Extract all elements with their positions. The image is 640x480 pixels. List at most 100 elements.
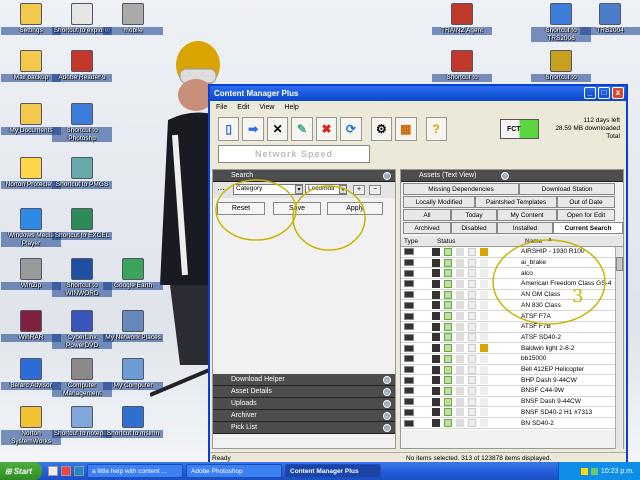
expand-icon[interactable]: ⌄ (383, 376, 391, 384)
tab-paintshed-templates[interactable]: Paintshed Templates (475, 196, 557, 208)
table-row[interactable]: American Freedom Class GS-4 (401, 279, 623, 290)
tab-current-search[interactable]: Current Search (553, 222, 623, 234)
status-icon (456, 279, 464, 288)
picture-icon[interactable]: ▦ (395, 117, 417, 141)
help-icon[interactable]: ? (425, 117, 447, 141)
tray-icon[interactable] (580, 467, 588, 475)
tab-missing-dependencies[interactable]: Missing Dependencies (403, 183, 519, 195)
menu-help[interactable]: Help (284, 104, 298, 111)
expand-icon[interactable]: ⌄ (383, 388, 391, 396)
reset-button[interactable]: Reset (217, 202, 265, 215)
desktop-icon[interactable]: Shortcut to EXCEL (52, 208, 112, 240)
desktop-icon-label: Shortcut to Photoshp (52, 127, 112, 142)
task-content-manager[interactable]: Content Manager Plus (285, 464, 381, 478)
settings-icon[interactable]: ⚙ (370, 117, 393, 141)
apply-button[interactable]: Apply (327, 202, 383, 215)
edit-icon[interactable]: ✎ (291, 117, 313, 141)
close-button[interactable]: x (612, 87, 624, 99)
table-row[interactable]: BHP Dash 9-44CW (401, 375, 623, 387)
panel-download-helper[interactable]: Download Helper ⌄ (213, 374, 395, 386)
tab-download-station[interactable]: Download Station (519, 183, 615, 195)
expand-icon[interactable]: ⌄ (383, 412, 391, 420)
chevron-down-icon[interactable]: ▾ (295, 185, 303, 194)
tab-all[interactable]: All (403, 209, 451, 221)
table-row[interactable]: AN 830 Class (401, 301, 623, 312)
desktop-icon[interactable]: mobile (103, 3, 163, 35)
task-photoshop[interactable]: Adobe Photoshop (186, 464, 282, 478)
refresh-icon[interactable]: ⟳ (340, 117, 362, 141)
table-row[interactable]: BN SD40-2 (401, 418, 623, 429)
status-icon (432, 279, 440, 288)
vertical-scrollbar[interactable] (615, 247, 623, 449)
desktop-icon[interactable]: My Network Places (103, 310, 163, 342)
search-panel-header[interactable]: Search ⌃ (213, 170, 395, 182)
panel-pick-list[interactable]: Pick List ⌄ (213, 422, 395, 434)
table-row[interactable]: ATSF F7B (401, 322, 623, 333)
quick-launch-icon[interactable] (48, 466, 58, 476)
table-row[interactable]: Bell 412EP Helicopter (401, 365, 623, 376)
desktop-icon[interactable]: Shortcut to (531, 50, 591, 82)
desktop-icon[interactable]: TRAINZ Agent (432, 3, 492, 35)
save-button[interactable]: Save (273, 202, 321, 215)
maximize-button[interactable]: □ (598, 87, 610, 99)
import-icon[interactable]: ➡ (242, 117, 264, 141)
category-select[interactable]: Category (233, 184, 303, 195)
remove-filter-button[interactable]: − (369, 185, 381, 195)
panel-asset-details[interactable]: Asset Details ⌄ (213, 386, 395, 398)
desktop-icon[interactable]: Google Earth (103, 258, 163, 290)
desktop-icon[interactable]: Shortcut to (432, 50, 492, 82)
tab-my-content[interactable]: My Content (497, 209, 557, 221)
tools-icon[interactable]: ✕ (266, 117, 289, 141)
dropdown-icon[interactable]: › (501, 172, 509, 180)
start-button[interactable]: ⊞ Start (0, 462, 42, 480)
desktop-icon[interactable]: Shortcut to Photoshp (52, 103, 112, 142)
column-type[interactable]: Type (404, 238, 418, 245)
tab-disabled[interactable]: Disabled (451, 222, 497, 234)
table-row[interactable]: alco (401, 268, 623, 280)
tray-icon-2[interactable] (590, 467, 598, 475)
desktop-icon[interactable]: Shortcut to PMGS (52, 157, 112, 189)
desktop-icon[interactable]: TRS2004 (580, 3, 640, 35)
table-row[interactable]: bb15000 (401, 354, 623, 365)
tab-installed[interactable]: Installed (497, 222, 553, 234)
desktop-icon[interactable]: Shortcut to msimn (103, 406, 163, 438)
shortcut-icon (451, 3, 473, 25)
expand-icon[interactable]: ⌄ (383, 424, 391, 432)
expand-icon[interactable]: ⌄ (383, 400, 391, 408)
tab-today[interactable]: Today (451, 209, 497, 221)
tab-open-for-edit[interactable]: Open for Edit (557, 209, 615, 221)
table-row[interactable]: BNSF SD40-2 H1 #7313 (401, 408, 623, 419)
column-name[interactable]: Name (525, 238, 542, 245)
table-row[interactable]: ATSF F7A (401, 311, 623, 322)
panel-uploads[interactable]: Uploads ⌄ (213, 398, 395, 410)
chevron-down-icon-2[interactable]: ▾ (339, 185, 347, 194)
table-row[interactable]: ATSF SD40-2 (401, 333, 623, 344)
collapse-icon[interactable]: ⌃ (383, 172, 391, 180)
desktop-icon[interactable]: My Computer (103, 358, 163, 390)
type-icon (404, 301, 414, 309)
panel-archiver[interactable]: Archiver ⌄ (213, 410, 395, 422)
status-icon (444, 333, 452, 342)
new-asset-icon[interactable]: ▯ (218, 117, 240, 141)
table-row[interactable]: Baldwin light 2-8-2 (401, 343, 623, 354)
add-filter-button[interactable]: + (353, 185, 365, 195)
minimize-button[interactable]: _ (584, 87, 596, 99)
table-row[interactable]: AN GM Class (401, 290, 623, 301)
quick-launch-icon-3[interactable] (74, 466, 84, 476)
desktop-icon[interactable]: Adobe Reader 9 (52, 50, 112, 82)
column-status[interactable]: Status (437, 238, 455, 245)
quick-launch-icon-2[interactable] (61, 466, 71, 476)
tab-archived[interactable]: Archived (403, 222, 451, 234)
table-row[interactable]: AIRSHIP - 1930 R100 (401, 247, 623, 258)
tab-out-of-date[interactable]: Out of Date (557, 196, 615, 208)
task-forum-window[interactable]: a little help with content ... (87, 464, 183, 478)
menu-file[interactable]: File (216, 104, 227, 111)
delete-icon[interactable]: ✖ (315, 117, 338, 141)
table-row[interactable]: ai_brake (401, 258, 623, 269)
table-row[interactable]: BNSF C44-9W (401, 386, 623, 397)
scrollbar-thumb[interactable] (616, 257, 623, 271)
tab-locally-modified[interactable]: Locally Modified (403, 196, 475, 208)
menu-edit[interactable]: Edit (237, 104, 249, 111)
menu-view[interactable]: View (259, 104, 274, 111)
table-row[interactable]: BNSF Dash 9-44CW (401, 397, 623, 408)
